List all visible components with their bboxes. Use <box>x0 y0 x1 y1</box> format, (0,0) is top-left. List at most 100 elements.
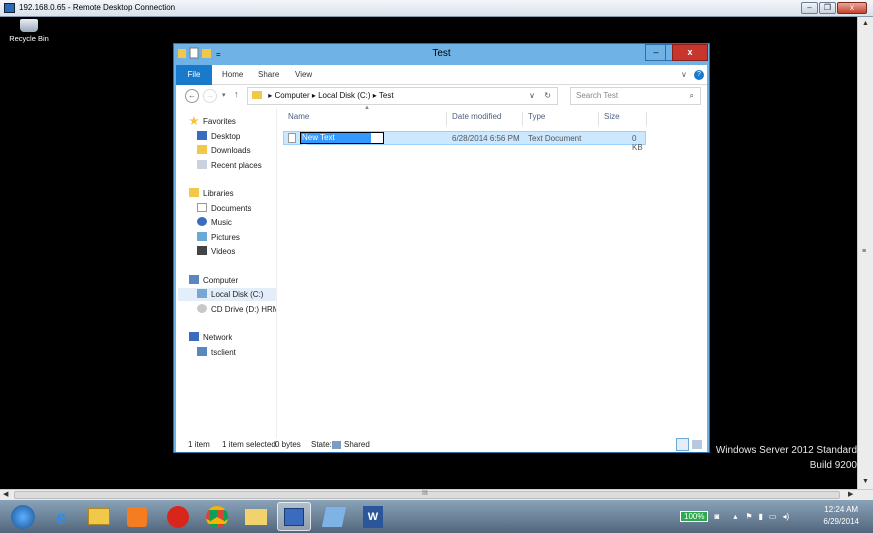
horizontal-scrollbar[interactable]: ◀ III ▶ <box>0 489 873 500</box>
file-explorer-window: = Test – □ x File Home Share View ∨ ? ← … <box>173 43 710 453</box>
taskbar-chrome[interactable] <box>200 502 234 531</box>
watermark-build: Build 9200 <box>809 460 857 471</box>
recent-locations-icon[interactable]: ▾ <box>222 91 226 99</box>
scroll-down-icon[interactable]: ▼ <box>862 478 869 485</box>
taskbar-media-player[interactable] <box>120 502 154 531</box>
network-tray-icon[interactable]: ▭ <box>769 512 777 521</box>
explorer-title: Test <box>432 48 451 59</box>
libraries-icon <box>189 188 199 197</box>
column-date-modified[interactable]: Date modified <box>447 112 523 126</box>
taskbar-app-red[interactable] <box>161 502 195 531</box>
local-disk-icon <box>197 289 207 298</box>
back-button[interactable]: ← <box>185 89 199 103</box>
rdp-close-button[interactable]: x <box>837 2 867 14</box>
documents-icon <box>197 203 207 212</box>
rdp-minimize-button[interactable]: – <box>801 2 818 14</box>
tab-home[interactable]: Home <box>222 65 243 85</box>
taskbar-internet-explorer[interactable]: e <box>44 502 78 531</box>
tab-view[interactable]: View <box>295 65 312 85</box>
scroll-up-icon[interactable]: ▲ <box>862 20 869 27</box>
folder-app-icon <box>245 508 267 525</box>
tab-file[interactable]: File <box>176 65 212 85</box>
up-button[interactable]: ↑ <box>234 89 239 99</box>
explorer-content: Favorites Desktop Downloads Recent place… <box>176 105 707 438</box>
tab-share[interactable]: Share <box>258 65 279 85</box>
taskbar: e W 100% ◙ ▴ ⚑ ▮ ▭ ◂) 12:24 AM 6/29/2014 <box>0 500 873 533</box>
large-icons-view-icon[interactable] <box>692 440 702 449</box>
rdp-restore-button[interactable]: ❐ <box>819 2 836 14</box>
taskbar-file-explorer[interactable] <box>82 502 116 531</box>
nav-downloads[interactable]: Downloads <box>197 144 251 157</box>
scroll-left-icon[interactable]: ◀ <box>3 490 8 498</box>
taskbar-remote-desktop[interactable] <box>277 502 311 531</box>
scroll-right-icon[interactable]: ▶ <box>848 490 853 498</box>
nav-documents[interactable]: Documents <box>197 202 251 215</box>
tray-app-icon[interactable]: ◙ <box>714 512 719 521</box>
watermark-edition: Windows Server 2012 Standard <box>715 445 857 456</box>
os-watermark: Windows Server 2012 Standard Build 9200 <box>716 443 857 473</box>
tsclient-icon <box>197 347 207 356</box>
nav-videos[interactable]: Videos <box>197 245 235 258</box>
breadcrumb-computer[interactable]: Computer <box>274 91 309 100</box>
clock[interactable]: 12:24 AM 6/29/2014 <box>823 504 859 528</box>
nav-tsclient[interactable]: tsclient <box>197 346 236 359</box>
navigation-pane: Favorites Desktop Downloads Recent place… <box>176 108 277 438</box>
nav-pictures[interactable]: Pictures <box>197 231 240 244</box>
taskbar-word[interactable]: W <box>356 502 390 531</box>
minimize-button[interactable]: – <box>645 44 667 61</box>
rdp-title: 192.168.0.65 - Remote Desktop Connection <box>19 3 176 12</box>
status-state-label: State: <box>311 440 332 449</box>
file-row[interactable]: New Text Document 6/28/2014 6:56 PM Text… <box>283 131 646 152</box>
nav-music[interactable]: Music <box>197 216 232 229</box>
file-date: 6/28/2014 6:56 PM <box>452 134 520 143</box>
taskbar-folder-app[interactable] <box>239 502 273 531</box>
status-item-count: 1 item <box>188 440 210 449</box>
show-hidden-icons-icon[interactable]: ▴ <box>733 512 737 521</box>
battery-indicator[interactable]: 100% <box>680 511 709 522</box>
taskbar-blue-app[interactable] <box>317 502 351 531</box>
nav-desktop[interactable]: Desktop <box>197 130 240 143</box>
details-view-icon[interactable] <box>676 438 689 451</box>
shared-users-icon <box>332 441 341 449</box>
remote-desktop-taskbar-icon <box>284 507 304 526</box>
flag-icon[interactable]: ⚑ <box>745 512 752 521</box>
rename-input[interactable]: New Text Document <box>300 132 384 152</box>
clock-date: 6/29/2014 <box>823 517 859 526</box>
search-icon: ⌕ <box>689 91 694 100</box>
power-icon[interactable]: ▮ <box>759 512 763 521</box>
explorer-title-bar[interactable]: = Test – □ x <box>174 44 709 64</box>
nav-cd-drive[interactable]: CD Drive (D:) HRM_S <box>197 303 276 316</box>
address-dropdown-icon[interactable]: ∨ <box>529 88 535 104</box>
recycle-bin-shortcut[interactable]: Recycle Bin <box>8 19 50 43</box>
nav-recent-places[interactable]: Recent places <box>197 159 262 172</box>
vertical-scrollbar[interactable]: ▲ ≡ ▼ <box>857 17 873 489</box>
search-input[interactable]: Search Test ⌕ <box>570 87 701 105</box>
refresh-icon[interactable]: ↻ <box>544 88 551 104</box>
breadcrumb-local-disk[interactable]: Local Disk (C:) <box>318 91 370 100</box>
breadcrumb-test[interactable]: Test <box>379 91 394 100</box>
column-type[interactable]: Type <box>523 112 599 126</box>
ribbon-tabs: File Home Share View ∨ ? <box>176 65 707 85</box>
address-input[interactable]: ▸ Computer ▸ Local Disk (C:) ▸ Test ∨ ↻ <box>247 87 558 105</box>
nav-libraries[interactable]: Libraries <box>189 187 234 200</box>
address-bar-row: ← → ▾ ↑ ▸ Computer ▸ Local Disk (C:) ▸ T… <box>176 85 707 108</box>
scroll-thumb-grip-icon: III <box>422 490 428 497</box>
help-icon[interactable]: ? <box>694 70 704 80</box>
forward-button[interactable]: → <box>203 89 217 103</box>
expand-ribbon-icon[interactable]: ∨ <box>681 65 687 85</box>
recycle-bin-icon <box>20 19 38 32</box>
nav-favorites[interactable]: Favorites <box>189 115 236 128</box>
nav-computer[interactable]: Computer <box>189 274 238 287</box>
system-tray: 100% ◙ ▴ ⚑ ▮ ▭ ◂) <box>680 500 789 533</box>
close-button[interactable]: x <box>672 44 708 61</box>
computer-icon <box>189 275 199 284</box>
volume-icon[interactable]: ◂) <box>782 512 789 521</box>
text-file-icon <box>288 133 296 143</box>
column-size[interactable]: Size <box>599 112 647 126</box>
chrome-icon <box>206 505 228 528</box>
start-button[interactable] <box>6 502 40 531</box>
cd-drive-icon <box>197 304 207 313</box>
nav-network[interactable]: Network <box>189 331 232 344</box>
nav-local-disk[interactable]: Local Disk (C:) <box>178 288 276 301</box>
blue-app-icon <box>321 506 347 527</box>
